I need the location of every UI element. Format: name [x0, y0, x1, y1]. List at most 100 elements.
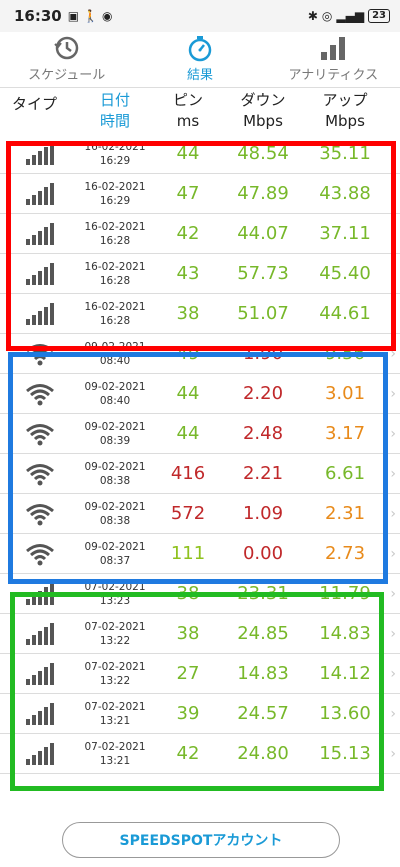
table-row[interactable]: 16-02-2021 16:28 38 51.07 44.61 ›	[0, 294, 400, 334]
table-row[interactable]: 07-02-2021 13:22 38 24.85 14.83 ›	[0, 614, 400, 654]
table-row[interactable]: 09-02-2021 08:40 49 1.90 9.56 ›	[0, 334, 400, 374]
bar-chart-icon	[321, 37, 346, 60]
row-download: 57.73	[237, 263, 289, 284]
row-upload: 6.61	[324, 463, 366, 484]
row-datetime: 07-02-2021 13:21	[84, 740, 146, 767]
row-upload: 11.79	[319, 583, 371, 604]
row-ping: 42	[176, 223, 200, 244]
status-bar: 16:30 ▣ 🚶 ◉ ✱ ◎ ▂▄▆ 23	[0, 0, 400, 32]
battery-icon: 23	[368, 9, 390, 23]
tab-schedule[interactable]: スケジュール	[0, 32, 133, 87]
chevron-right-icon: ›	[390, 545, 396, 562]
row-ping: 44	[176, 423, 200, 444]
row-upload: 2.31	[324, 503, 366, 524]
clock-refresh-icon	[53, 36, 78, 60]
row-download: 1.09	[242, 503, 284, 524]
row-datetime: 16-02-2021 16:29	[84, 140, 146, 167]
chevron-right-icon: ›	[390, 185, 396, 202]
table-header: タイプ 日付 時間 ピン ms ダウン Mbps アップ Mbps	[0, 88, 400, 134]
column-upload[interactable]: アップ Mbps	[304, 90, 386, 132]
table-row[interactable]: 16-02-2021 16:28 43 57.73 45.40 ›	[0, 254, 400, 294]
chevron-right-icon: ›	[390, 625, 396, 642]
row-upload: 43.88	[319, 183, 371, 204]
table-row[interactable]: 16-02-2021 16:29 44 48.54 35.11 ›	[0, 134, 400, 174]
chevron-right-icon: ›	[390, 225, 396, 242]
cellular-signal-icon	[0, 262, 76, 285]
wifi-icon	[0, 502, 76, 526]
row-datetime: 09-02-2021 08:39	[84, 420, 146, 447]
table-row[interactable]: 07-02-2021 13:21 39 24.57 13.60 ›	[0, 694, 400, 734]
cellular-signal-icon	[0, 622, 76, 645]
row-download: 47.89	[237, 183, 289, 204]
row-datetime: 07-02-2021 13:22	[84, 620, 146, 647]
table-row[interactable]: 09-02-2021 08:37 111 0.00 2.73 ›	[0, 534, 400, 574]
row-datetime: 16-02-2021 16:29	[84, 180, 146, 207]
cellular-signal-icon	[0, 182, 76, 205]
row-datetime: 07-02-2021 13:23	[84, 580, 146, 607]
wifi-icon	[0, 382, 76, 406]
table-row[interactable]: 09-02-2021 08:39 44 2.48 3.17 ›	[0, 414, 400, 454]
chevron-right-icon: ›	[390, 145, 396, 162]
status-time: 16:30	[14, 7, 62, 25]
chevron-right-icon: ›	[390, 665, 396, 682]
row-download: 23.31	[237, 583, 289, 604]
table-row[interactable]: 07-02-2021 13:23 38 23.31 11.79 ›	[0, 574, 400, 614]
row-datetime: 16-02-2021 16:28	[84, 260, 146, 287]
cellular-signal-icon	[0, 142, 76, 165]
chevron-right-icon: ›	[390, 585, 396, 602]
row-ping: 572	[170, 503, 206, 524]
image-icon: ▣	[67, 9, 80, 23]
table-row[interactable]: 09-02-2021 08:38 416 2.21 6.61 ›	[0, 454, 400, 494]
row-upload: 13.60	[319, 703, 371, 724]
row-datetime: 09-02-2021 08:38	[84, 460, 146, 487]
table-row[interactable]: 07-02-2021 13:22 27 14.83 14.12 ›	[0, 654, 400, 694]
chevron-right-icon: ›	[390, 505, 396, 522]
signal-icon: ▂▄▆	[336, 9, 365, 23]
tab-analytics[interactable]: アナリティクス	[267, 32, 400, 87]
row-download: 24.85	[237, 623, 289, 644]
row-ping: 44	[176, 383, 200, 404]
column-date[interactable]: 日付 時間	[76, 90, 154, 132]
row-upload: 3.17	[324, 423, 366, 444]
hotspot-icon: ◎	[321, 9, 333, 23]
stopwatch-icon	[188, 36, 212, 62]
row-upload: 35.11	[319, 143, 371, 164]
row-download: 2.21	[242, 463, 284, 484]
row-download: 2.48	[242, 423, 284, 444]
bluetooth-icon: ✱	[307, 9, 318, 23]
tab-analytics-label: アナリティクス	[288, 68, 379, 83]
row-ping: 38	[176, 623, 200, 644]
chevron-right-icon: ›	[390, 305, 396, 322]
row-datetime: 07-02-2021 13:21	[84, 700, 146, 727]
row-upload: 14.12	[319, 663, 371, 684]
column-type[interactable]: タイプ	[0, 88, 76, 115]
table-row[interactable]: 09-02-2021 08:38 572 1.09 2.31 ›	[0, 494, 400, 534]
row-datetime: 16-02-2021 16:28	[84, 300, 146, 327]
column-download[interactable]: ダウン Mbps	[222, 90, 304, 132]
wifi-icon	[0, 342, 76, 366]
row-ping: 49	[176, 343, 200, 364]
cellular-signal-icon	[0, 222, 76, 245]
row-upload: 3.01	[324, 383, 366, 404]
row-ping: 38	[176, 583, 200, 604]
cellular-signal-icon	[0, 662, 76, 685]
column-ping[interactable]: ピン ms	[154, 90, 222, 132]
tab-results-label: 結果	[186, 68, 213, 83]
table-row[interactable]: 07-02-2021 13:21 42 24.80 15.13 ›	[0, 734, 400, 774]
row-download: 24.57	[237, 703, 289, 724]
row-download: 1.90	[242, 343, 284, 364]
speedspot-account-button[interactable]: SPEEDSPOTアカウント	[62, 822, 340, 858]
row-download: 51.07	[237, 303, 289, 324]
row-ping: 42	[176, 743, 200, 764]
wifi-icon	[0, 542, 76, 566]
cellular-signal-icon	[0, 302, 76, 325]
tab-bar: スケジュール 結果 アナリティクス	[0, 32, 400, 88]
table-row[interactable]: 09-02-2021 08:40 44 2.20 3.01 ›	[0, 374, 400, 414]
tab-results[interactable]: 結果	[133, 32, 266, 87]
table-row[interactable]: 16-02-2021 16:29 47 47.89 43.88 ›	[0, 174, 400, 214]
row-upload: 9.56	[324, 343, 366, 364]
row-download: 0.00	[242, 543, 284, 564]
wifi-icon	[0, 422, 76, 446]
table-row[interactable]: 16-02-2021 16:28 42 44.07 37.11 ›	[0, 214, 400, 254]
chevron-right-icon: ›	[390, 345, 396, 362]
